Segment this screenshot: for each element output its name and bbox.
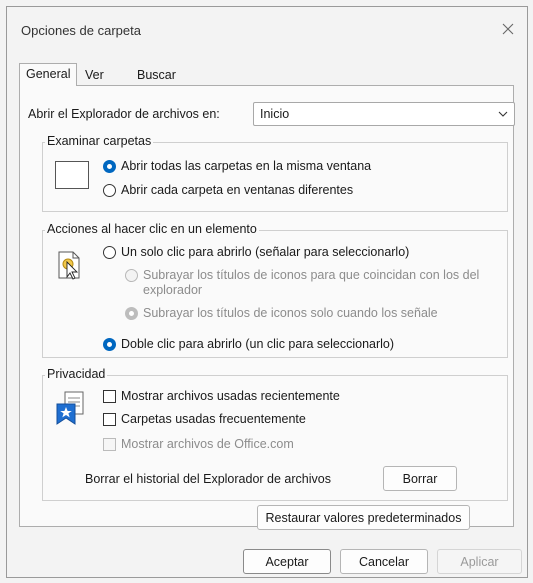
- folder-window-icon: [55, 161, 89, 189]
- tab-search[interactable]: Buscar: [131, 65, 182, 85]
- radio-disabled-checked[interactable]: [125, 307, 138, 320]
- tab-general-label: General: [26, 67, 71, 81]
- click-actions-group: Acciones al hacer clic en un elemento Un…: [42, 222, 508, 358]
- open-new-window-label: Abrir cada carpeta en ventanas diferente…: [121, 183, 354, 197]
- single-click-radio[interactable]: Un solo clic para abrirlo (señalar para …: [103, 245, 409, 259]
- double-click-radio[interactable]: Doble clic para abrirlo (un clic para se…: [103, 337, 394, 351]
- folder-options-dialog: Opciones de carpeta General Ver Buscar A…: [6, 6, 528, 578]
- tab-view[interactable]: Ver: [79, 65, 110, 85]
- browse-folders-group: Examinar carpetas Abrir todas las carpet…: [42, 134, 508, 212]
- checkbox-unchecked[interactable]: [103, 413, 116, 426]
- radio-unchecked[interactable]: [103, 246, 116, 259]
- restore-defaults-label: Restaurar valores predeterminados: [265, 510, 462, 525]
- radio-checked[interactable]: [103, 160, 116, 173]
- tab-search-label: Buscar: [137, 68, 176, 82]
- underline-point-radio[interactable]: Subrayar los títulos de iconos solo cuan…: [125, 306, 438, 320]
- radio-disabled[interactable]: [125, 269, 138, 282]
- frequent-folders-label: Carpetas usadas frecuentemente: [121, 412, 306, 426]
- double-click-label: Doble clic para abrirlo (un clic para se…: [121, 337, 395, 351]
- office-files-label: Mostrar archivos de Office.com: [121, 437, 294, 451]
- click-actions-legend: Acciones al hacer clic en un elemento: [45, 222, 259, 236]
- open-new-window-radio[interactable]: Abrir cada carpeta en ventanas diferente…: [103, 183, 353, 197]
- single-click-label: Un solo clic para abrirlo (señalar para …: [121, 245, 410, 259]
- ok-button[interactable]: Aceptar: [243, 549, 331, 574]
- checkbox-disabled[interactable]: [103, 438, 116, 451]
- checkbox-unchecked[interactable]: [103, 390, 116, 403]
- clear-history-button-label: Borrar: [402, 471, 438, 486]
- restore-defaults-button[interactable]: Restaurar valores predeterminados: [257, 505, 470, 530]
- radio-unchecked[interactable]: [103, 184, 116, 197]
- radio-checked[interactable]: [103, 338, 116, 351]
- frequent-folders-checkbox[interactable]: Carpetas usadas frecuentemente: [103, 412, 306, 426]
- title-bar: Opciones de carpeta: [7, 7, 527, 47]
- clear-history-button[interactable]: Borrar: [383, 466, 457, 491]
- chevron-down-icon: [498, 111, 508, 117]
- dialog-title: Opciones de carpeta: [21, 23, 141, 38]
- underline-point-label: Subrayar los títulos de iconos solo cuan…: [143, 306, 438, 320]
- cancel-button[interactable]: Cancelar: [340, 549, 428, 574]
- recent-files-label: Mostrar archivos usadas recientemente: [121, 389, 340, 403]
- privacy-legend: Privacidad: [45, 367, 108, 381]
- underline-consistent-label: Subrayar los títulos de iconos para que …: [143, 268, 480, 297]
- open-explorer-select[interactable]: Inicio: [253, 102, 515, 126]
- general-panel: Abrir el Explorador de archivos en: Inic…: [19, 85, 515, 527]
- pointer-click-icon: [58, 251, 80, 280]
- office-files-checkbox[interactable]: Mostrar archivos de Office.com: [103, 437, 294, 451]
- ok-button-label: Aceptar: [265, 554, 309, 569]
- open-explorer-value: Inicio: [260, 107, 290, 121]
- tab-general[interactable]: General: [19, 63, 78, 86]
- open-explorer-label: Abrir el Explorador de archivos en:: [28, 107, 220, 121]
- underline-consistent-radio[interactable]: Subrayar los títulos de iconos para que …: [125, 268, 495, 298]
- recent-files-checkbox[interactable]: Mostrar archivos usadas recientemente: [103, 389, 340, 403]
- open-same-window-label: Abrir todas las carpetas en la misma ven…: [121, 159, 372, 173]
- browse-folders-legend: Examinar carpetas: [45, 134, 154, 148]
- privacy-group: Privacidad Mostrar archivos usadas recie…: [42, 367, 508, 501]
- open-same-window-radio[interactable]: Abrir todas las carpetas en la misma ven…: [103, 159, 371, 173]
- apply-button-label: Aplicar: [460, 554, 499, 569]
- quick-access-icon: [56, 391, 84, 425]
- clear-history-label: Borrar el historial del Explorador de ar…: [85, 472, 331, 486]
- cancel-button-label: Cancelar: [358, 554, 410, 569]
- apply-button[interactable]: Aplicar: [437, 549, 522, 574]
- close-button[interactable]: [493, 15, 523, 43]
- close-icon: [502, 23, 514, 35]
- tab-view-label: Ver: [85, 68, 104, 82]
